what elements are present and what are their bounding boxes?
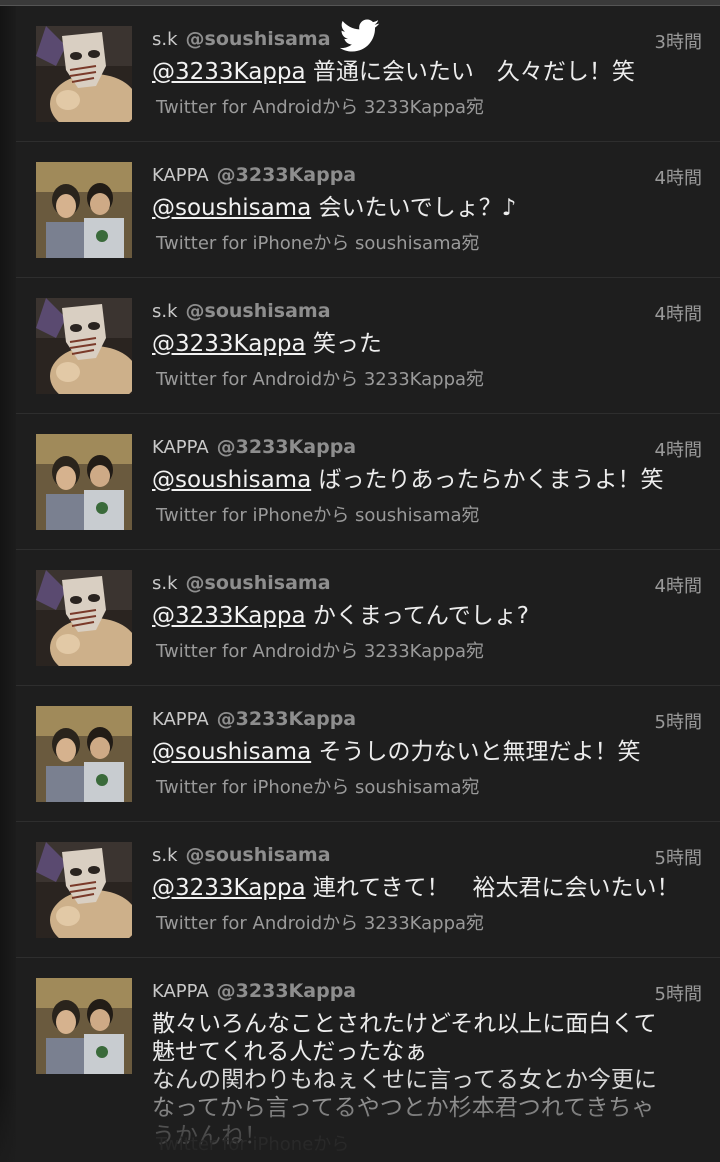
- mention-link[interactable]: @3233Kappa: [152, 875, 306, 901]
- tweet-line: 散々いろんなことされたけどそれ以上に面白くて: [152, 1011, 657, 1037]
- mention-link[interactable]: @soushisama: [152, 739, 311, 765]
- tweet-header: KAPPA @3233Kappa 4時間: [152, 436, 702, 462]
- tweet-time: 5時間: [654, 712, 702, 733]
- mention-link[interactable]: @3233Kappa: [152, 331, 306, 357]
- user-handle[interactable]: @3233Kappa: [217, 164, 356, 186]
- tweet-text: @soushisama そうしの力ないと無理だよ！笑: [152, 738, 692, 767]
- tweet-source: Twitter for Androidから 3233Kappa宛: [156, 913, 485, 934]
- user-name[interactable]: s.k: [152, 301, 178, 322]
- twitter-bird-icon: [340, 19, 380, 52]
- photo-avatar-icon: [36, 706, 132, 802]
- user-name[interactable]: KAPPA: [152, 165, 209, 186]
- mask-avatar-icon: [36, 570, 132, 666]
- user-name[interactable]: s.k: [152, 573, 178, 594]
- tweet-item[interactable]: s.k @soushisama 5時間 @3233Kappa 連れてきて！ 裕太君…: [16, 822, 720, 958]
- tweet-text: @soushisama 会いたいでしょ？♪: [152, 194, 692, 223]
- twitter-timeline-screen: s.k @soushisama 3時間 @3233Kappa 普通に会いたい 久々…: [0, 0, 720, 1162]
- tweet-item[interactable]: s.k @soushisama 4時間 @3233Kappa 笑った Twitte…: [16, 278, 720, 414]
- avatar[interactable]: [36, 162, 132, 258]
- tweet-time: 3時間: [654, 32, 702, 53]
- tweet-list[interactable]: s.k @soushisama 3時間 @3233Kappa 普通に会いたい 久々…: [16, 6, 720, 1162]
- tweet-time: 5時間: [654, 848, 702, 869]
- tweet-source: Twitter for iPhoneから: [156, 1134, 350, 1155]
- tweet-text: 散々いろんなことされたけどそれ以上に面白くて 魅せてくれる人だったなぁ なんの関…: [152, 1010, 692, 1150]
- tweet-header: s.k @soushisama 5時間: [152, 844, 702, 870]
- user-name[interactable]: KAPPA: [152, 437, 209, 458]
- tweet-text: @3233Kappa 連れてきて！ 裕太君に会いたい！: [152, 874, 692, 903]
- mask-avatar-icon: [36, 298, 132, 394]
- photo-avatar-icon: [36, 434, 132, 530]
- tweet-time: 5時間: [654, 984, 702, 1005]
- user-handle[interactable]: @soushisama: [186, 300, 331, 322]
- tweet-item[interactable]: KAPPA @3233Kappa 4時間 @soushisama 会いたいでしょ？…: [16, 142, 720, 278]
- tweet-header: KAPPA @3233Kappa 5時間: [152, 980, 702, 1006]
- user-handle[interactable]: @3233Kappa: [217, 980, 356, 1002]
- tweet-source: Twitter for Androidから 3233Kappa宛: [156, 97, 485, 118]
- tweet-time: 4時間: [654, 304, 702, 325]
- tweet-message: 普通に会いたい 久々だし！笑: [312, 59, 635, 85]
- mention-link[interactable]: @3233Kappa: [152, 603, 306, 629]
- tweet-message: かくまってんでしょ?: [312, 603, 529, 629]
- tweet-item[interactable]: KAPPA @3233Kappa 5時間 @soushisama そうしの力ないと…: [16, 686, 720, 822]
- tweet-line: なんの関わりもねぇくせに言ってる女とか今更に: [152, 1067, 657, 1093]
- mention-link[interactable]: @3233Kappa: [152, 59, 306, 85]
- tweet-item[interactable]: KAPPA @3233Kappa 4時間 @soushisama ばったりあったら…: [16, 414, 720, 550]
- tweet-source: Twitter for iPhoneから soushisama宛: [156, 233, 480, 254]
- avatar[interactable]: [36, 434, 132, 530]
- tweet-message: 連れてきて！ 裕太君に会いたい！: [312, 875, 680, 901]
- user-handle[interactable]: @soushisama: [186, 28, 331, 50]
- avatar[interactable]: [36, 570, 132, 666]
- avatar[interactable]: [36, 298, 132, 394]
- mention-link[interactable]: @soushisama: [152, 195, 311, 221]
- tweet-time: 4時間: [654, 576, 702, 597]
- tweet-item[interactable]: s.k @soushisama 4時間 @3233Kappa かくまってんでしょ?…: [16, 550, 720, 686]
- tweet-header: s.k @soushisama 4時間: [152, 300, 702, 326]
- tweet-text: @soushisama ばったりあったらかくまうよ！笑: [152, 466, 692, 495]
- user-handle[interactable]: @3233Kappa: [217, 708, 356, 730]
- tweet-line: 魅せてくれる人だったなぁ: [152, 1039, 428, 1065]
- tweet-text: @3233Kappa 笑った: [152, 330, 692, 359]
- user-handle[interactable]: @soushisama: [186, 844, 331, 866]
- tweet-source: Twitter for Androidから 3233Kappa宛: [156, 641, 485, 662]
- tweet-message: 会いたいでしょ？♪: [318, 195, 517, 221]
- tweet-message: 笑った: [312, 331, 382, 357]
- photo-avatar-icon: [36, 162, 132, 258]
- tweet-source: Twitter for Androidから 3233Kappa宛: [156, 369, 485, 390]
- tweet-message: ばったりあったらかくまうよ！笑: [318, 467, 664, 493]
- user-handle[interactable]: @soushisama: [186, 572, 331, 594]
- tweet-text: @3233Kappa かくまってんでしょ?: [152, 602, 692, 631]
- tweet-header: s.k @soushisama 4時間: [152, 572, 702, 598]
- avatar[interactable]: [36, 842, 132, 938]
- avatar[interactable]: [36, 26, 132, 122]
- tweet-message: そうしの力ないと無理だよ！笑: [318, 739, 641, 765]
- user-name[interactable]: KAPPA: [152, 709, 209, 730]
- mention-link[interactable]: @soushisama: [152, 467, 311, 493]
- mask-avatar-icon: [36, 26, 132, 122]
- mask-avatar-icon: [36, 842, 132, 938]
- user-name[interactable]: s.k: [152, 845, 178, 866]
- photo-avatar-icon: [36, 978, 132, 1074]
- avatar[interactable]: [36, 978, 132, 1074]
- tweet-source: Twitter for iPhoneから soushisama宛: [156, 777, 480, 798]
- tweet-header: KAPPA @3233Kappa 5時間: [152, 708, 702, 734]
- tweet-source: Twitter for iPhoneから soushisama宛: [156, 505, 480, 526]
- user-name[interactable]: s.k: [152, 29, 178, 50]
- tweet-line: なってから言ってるやつとか杉本君つれてきちゃ: [152, 1095, 655, 1121]
- user-handle[interactable]: @3233Kappa: [217, 436, 356, 458]
- user-name[interactable]: KAPPA: [152, 981, 209, 1002]
- tweet-header: KAPPA @3233Kappa 4時間: [152, 164, 702, 190]
- avatar[interactable]: [36, 706, 132, 802]
- tweet-time: 4時間: [654, 440, 702, 461]
- tweet-header: s.k @soushisama 3時間: [152, 28, 702, 54]
- tweet-item[interactable]: KAPPA @3233Kappa 5時間 散々いろんなことされたけどそれ以上に面白…: [16, 958, 720, 1162]
- tweet-time: 4時間: [654, 168, 702, 189]
- tweet-text: @3233Kappa 普通に会いたい 久々だし！笑: [152, 58, 692, 87]
